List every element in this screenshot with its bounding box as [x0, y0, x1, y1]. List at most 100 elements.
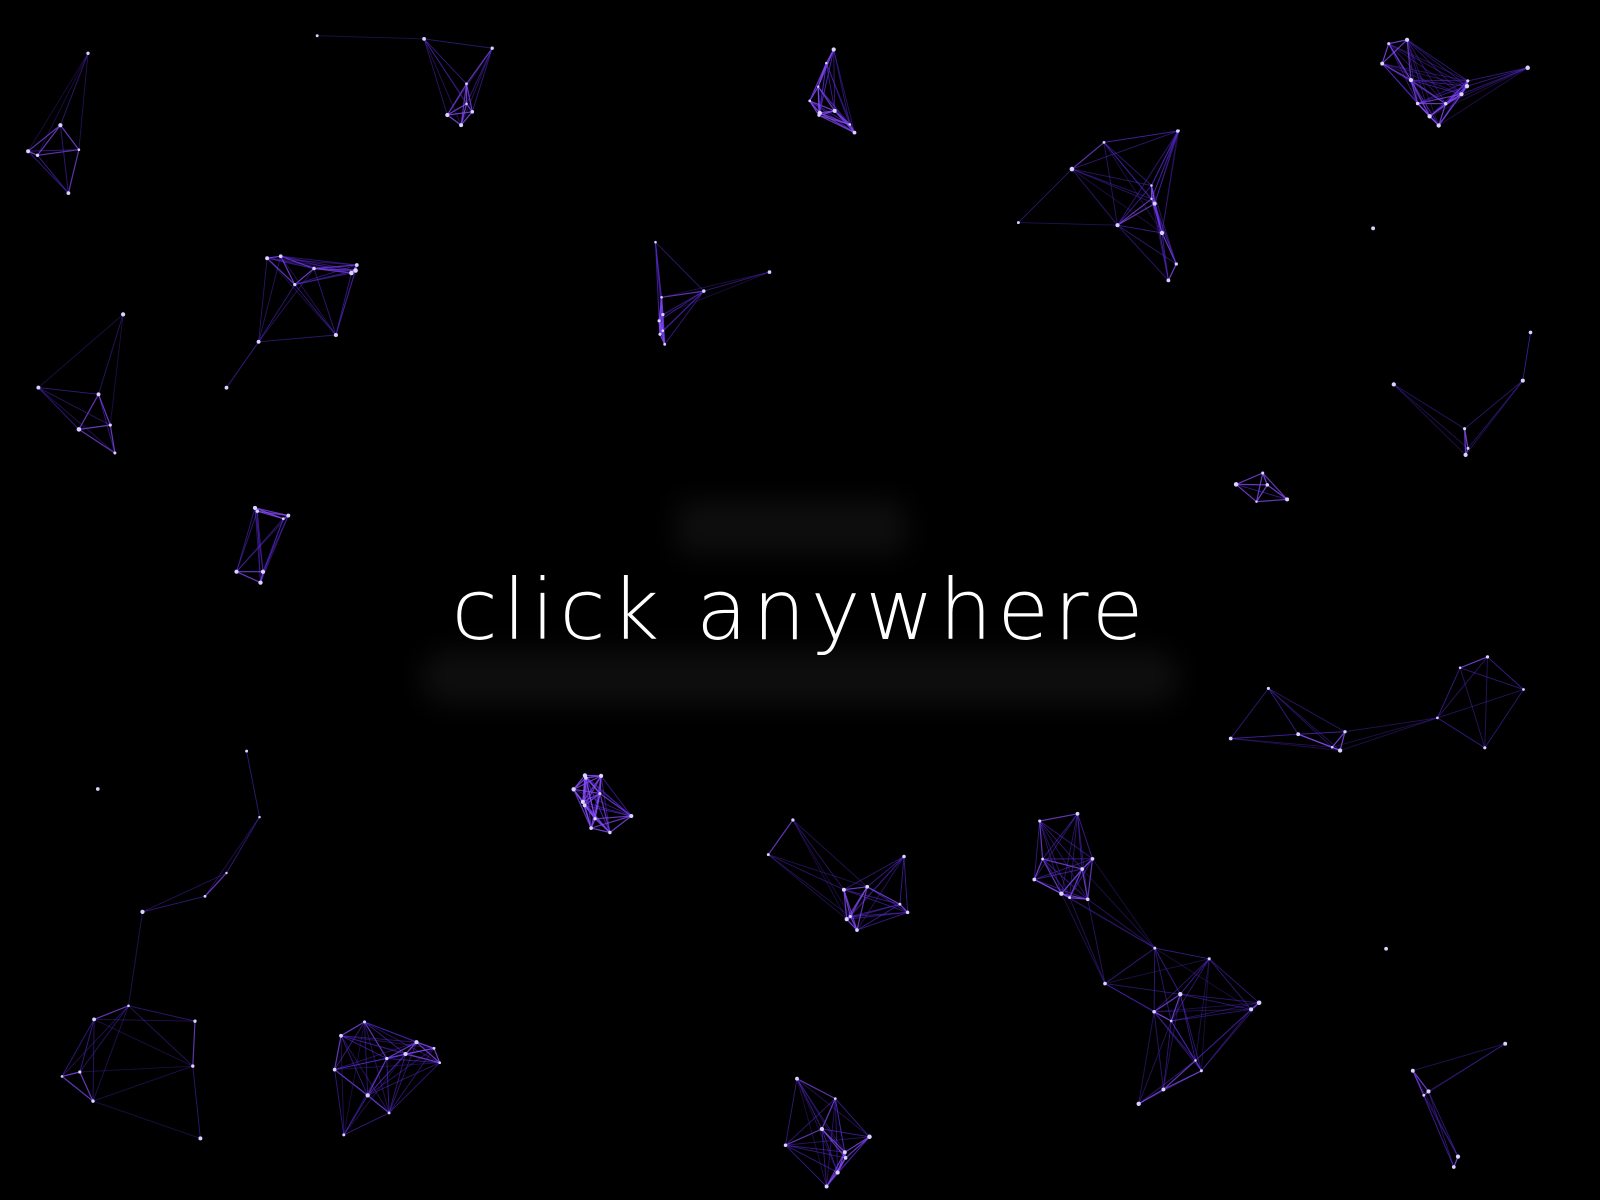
network-node	[898, 902, 902, 906]
network-link	[849, 886, 868, 918]
network-link	[1412, 1070, 1455, 1168]
network-link	[258, 334, 337, 343]
network-node	[766, 853, 770, 857]
network-node	[26, 149, 31, 154]
prompt-text: click anywhere	[451, 561, 1149, 659]
network-link	[97, 393, 111, 426]
network-node	[78, 1070, 82, 1074]
network-node	[1459, 92, 1464, 97]
network-link	[37, 313, 124, 389]
network-link	[59, 124, 69, 194]
network-link	[246, 750, 260, 818]
network-node	[1285, 497, 1290, 502]
network-node	[1464, 84, 1470, 89]
network-node	[1115, 223, 1120, 228]
network-node	[432, 1046, 436, 1050]
network-link	[465, 47, 493, 85]
network-link	[1436, 689, 1524, 719]
network-node	[661, 312, 665, 317]
network-node	[342, 1133, 346, 1137]
network-node	[1194, 1059, 1197, 1062]
network-node	[1207, 957, 1211, 961]
network-node	[1032, 877, 1037, 882]
network-link	[821, 1097, 836, 1130]
network-node	[36, 385, 41, 390]
network-link	[316, 35, 425, 40]
network-node	[91, 1099, 95, 1103]
network-link	[1017, 222, 1118, 226]
network-link	[1255, 498, 1288, 503]
network-link	[258, 257, 268, 343]
network-node	[465, 82, 468, 86]
network-link	[1200, 1008, 1252, 1072]
network-node	[1466, 79, 1470, 83]
network-link	[340, 1021, 366, 1037]
network-node	[608, 830, 612, 835]
network-link	[1103, 141, 1156, 205]
network-link	[1429, 67, 1529, 117]
network-node	[1041, 857, 1044, 861]
network-link	[37, 154, 69, 194]
network-link	[423, 38, 493, 49]
network-node	[140, 909, 145, 915]
network-node	[86, 51, 90, 55]
blurred-title	[676, 500, 906, 555]
click-anywhere-stage[interactable]: click anywhere	[0, 0, 1600, 1200]
network-link	[61, 1005, 129, 1077]
network-link	[1033, 879, 1089, 900]
network-node	[1174, 262, 1178, 266]
network-node	[1228, 736, 1233, 741]
network-node	[657, 319, 661, 323]
network-link	[1412, 1043, 1506, 1072]
network-link	[1081, 868, 1156, 949]
network-node	[198, 1136, 203, 1141]
network-node	[1443, 101, 1448, 106]
network-node	[349, 270, 354, 276]
network-node	[286, 513, 291, 518]
network-node	[191, 1064, 195, 1068]
network-node	[1102, 141, 1106, 144]
network-link	[1428, 1090, 1455, 1168]
network-node	[658, 332, 662, 336]
network-link	[1466, 67, 1529, 87]
network-link	[1267, 687, 1346, 733]
network-node	[1337, 748, 1343, 753]
network-link	[844, 1136, 871, 1159]
network-link	[1179, 993, 1202, 1072]
network-node	[1525, 65, 1530, 71]
network-node	[1256, 1000, 1262, 1006]
network-link	[1412, 1070, 1459, 1158]
network-node	[580, 799, 585, 804]
network-node	[1436, 123, 1441, 128]
network-node	[1261, 471, 1265, 475]
network-link	[27, 150, 69, 194]
network-node	[791, 818, 795, 822]
network-node	[245, 749, 249, 753]
network-link	[1103, 130, 1180, 143]
network-link	[1331, 717, 1438, 748]
network-link	[796, 1078, 870, 1138]
network-link	[767, 854, 848, 920]
network-link	[1436, 717, 1486, 749]
network-node	[571, 787, 576, 792]
network-link	[1522, 331, 1531, 382]
network-node	[76, 427, 82, 432]
network-node	[445, 112, 450, 118]
network-link	[1459, 667, 1486, 749]
network-node	[582, 803, 587, 808]
network-link	[1195, 958, 1210, 1061]
network-link	[1465, 380, 1524, 456]
network-node	[96, 392, 101, 397]
network-link	[79, 1071, 94, 1102]
network-link	[280, 255, 337, 336]
network-link	[1436, 667, 1461, 719]
network-link	[767, 819, 794, 856]
network-link	[92, 1018, 95, 1102]
network-node	[1265, 483, 1270, 487]
network-link	[1087, 898, 1156, 949]
network-link	[1464, 380, 1524, 430]
network-link	[817, 48, 835, 88]
network-node	[1463, 452, 1468, 457]
network-link	[226, 341, 260, 389]
network-node	[1161, 1087, 1166, 1092]
